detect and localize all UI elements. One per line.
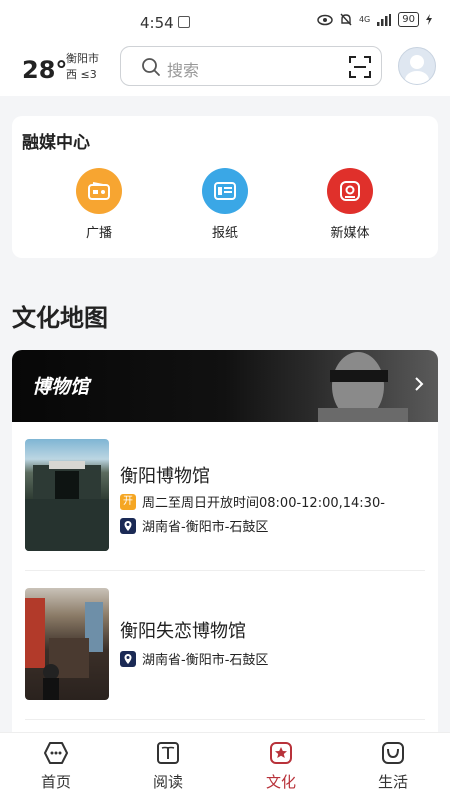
signal-icon <box>377 13 392 26</box>
city-name: 衡阳市 <box>66 52 99 65</box>
museum-name: 衡阳博物馆 <box>120 466 210 487</box>
weather-info[interactable]: 衡阳市 西 ≤3 <box>66 51 99 83</box>
network-label: 4G <box>358 15 371 24</box>
tab-home[interactable]: 首页 <box>16 741 96 792</box>
culture-icon <box>270 742 292 764</box>
temperature: 28° <box>22 56 68 84</box>
tab-life-label: 生活 <box>377 773 408 791</box>
media-center-card: 融媒中心 广播 报纸 新媒体 <box>12 116 438 258</box>
new-media-icon <box>327 168 373 214</box>
avatar[interactable] <box>398 47 436 85</box>
charging-icon <box>426 14 432 25</box>
wind-info: 西 ≤3 <box>66 67 99 83</box>
media-label-newspaper: 报纸 <box>211 226 238 241</box>
media-label-radio: 广播 <box>85 226 112 241</box>
culture-map-title: 文化地图 <box>12 304 108 332</box>
museum-location: 湖南省-衡阳市-石鼓区 <box>120 649 268 668</box>
eye-icon <box>317 14 333 25</box>
newspaper-icon <box>202 168 248 214</box>
search-icon <box>142 58 160 76</box>
museum-location: 湖南省-衡阳市-石鼓区 <box>120 516 268 535</box>
status-icons: 4G 90 <box>317 12 432 27</box>
museum-photo <box>25 588 109 700</box>
life-icon <box>382 742 404 764</box>
tab-culture[interactable]: 文化 <box>241 741 321 792</box>
chevron-right-icon <box>415 377 424 391</box>
museum-list: 衡阳博物馆 开 周二至周日开放时间08:00-12:00,14:30- 湖南省-… <box>12 422 438 732</box>
museum-hours-text: 周二至周日开放时间08:00-12:00,14:30- <box>142 496 385 511</box>
media-label-new-media: 新媒体 <box>330 226 370 241</box>
user-icon <box>405 55 429 84</box>
battery-level: 90 <box>398 12 419 27</box>
museum-location-text: 湖南省-衡阳市-石鼓区 <box>142 653 269 668</box>
media-item-radio[interactable]: 广播 <box>59 168 139 241</box>
museum-location-text: 湖南省-衡阳市-石鼓区 <box>142 520 269 535</box>
radio-icon <box>76 168 122 214</box>
search-placeholder: 搜索 <box>167 61 200 80</box>
top-header: 28° 衡阳市 西 ≤3 搜索 <box>0 44 450 96</box>
tab-home-label: 首页 <box>40 773 71 791</box>
museum-list-item[interactable]: 衡阳失恋博物馆 湖南省-衡阳市-石鼓区 <box>12 571 438 719</box>
scan-icon[interactable] <box>349 56 371 78</box>
museum-photo <box>25 439 109 551</box>
location-pin-icon <box>120 517 136 534</box>
museum-banner-label: 博物馆 <box>32 376 90 398</box>
media-center-title: 融媒中心 <box>22 133 90 153</box>
status-bar: 4:54 4G 90 <box>0 0 450 44</box>
mute-icon <box>340 13 352 26</box>
museum-name: 衡阳失恋博物馆 <box>120 621 246 642</box>
search-input[interactable]: 搜索 <box>120 46 382 86</box>
row-divider <box>25 719 425 720</box>
open-tag: 开 <box>120 493 136 510</box>
wind-level: ≤3 <box>80 68 97 81</box>
book-icon <box>157 742 179 764</box>
tab-culture-label: 文化 <box>265 773 296 791</box>
media-item-newspaper[interactable]: 报纸 <box>185 168 265 241</box>
museum-banner[interactable]: 博物馆 <box>12 350 438 422</box>
media-item-new-media[interactable]: 新媒体 <box>310 168 390 241</box>
home-icon <box>44 742 68 764</box>
tab-reading-label: 阅读 <box>152 773 183 791</box>
museum-hours: 开 周二至周日开放时间08:00-12:00,14:30- <box>120 492 385 511</box>
museum-list-item[interactable]: 衡阳博物馆 开 周二至周日开放时间08:00-12:00,14:30- 湖南省-… <box>12 422 438 570</box>
tab-reading[interactable]: 阅读 <box>128 741 208 792</box>
bottom-tab-bar: 首页 阅读 文化 生活 <box>0 732 450 800</box>
notification-icon <box>178 16 190 28</box>
wind-direction: 西 <box>66 68 77 81</box>
location-pin-icon <box>120 650 136 667</box>
status-time: 4:54 <box>140 14 174 32</box>
tab-life[interactable]: 生活 <box>353 741 433 792</box>
